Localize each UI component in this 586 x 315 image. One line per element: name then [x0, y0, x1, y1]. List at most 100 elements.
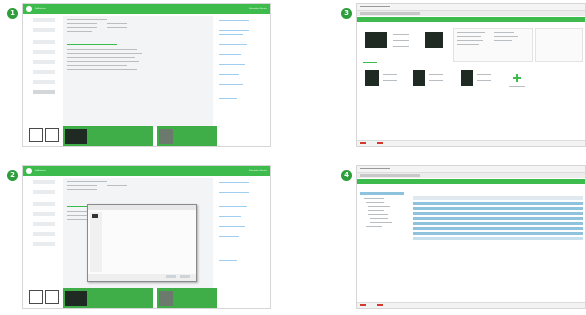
controller-device-icon[interactable] — [413, 70, 425, 86]
info-panel — [535, 28, 583, 62]
device-image — [159, 291, 173, 306]
table-row[interactable] — [413, 237, 583, 240]
nav-item[interactable] — [33, 212, 55, 216]
logo-icon — [26, 6, 32, 12]
nav-item[interactable] — [33, 70, 55, 74]
link[interactable] — [219, 74, 239, 75]
properties-panel — [453, 28, 533, 62]
tree-item[interactable] — [366, 226, 382, 227]
status-indicator — [360, 142, 366, 144]
tab-bar[interactable] — [357, 17, 585, 22]
step-3-badge: 3 — [341, 8, 352, 19]
nav-item[interactable] — [33, 18, 55, 22]
link[interactable] — [219, 34, 243, 35]
link[interactable] — [219, 54, 241, 55]
controller-device-icon[interactable] — [461, 70, 473, 86]
menu-item[interactable] — [360, 6, 390, 7]
nav-item[interactable] — [33, 202, 55, 206]
cancel-button[interactable] — [180, 275, 190, 278]
table-row[interactable] — [413, 227, 583, 230]
nav-item[interactable] — [33, 222, 55, 226]
table-row[interactable] — [413, 217, 583, 220]
link[interactable] — [219, 226, 245, 227]
link[interactable] — [219, 30, 249, 31]
nav-item[interactable] — [33, 80, 55, 84]
tree-item[interactable] — [370, 222, 392, 223]
link[interactable] — [219, 182, 249, 183]
table-row[interactable] — [413, 222, 583, 225]
folder-icon[interactable] — [92, 214, 98, 218]
tab-bar[interactable] — [357, 179, 585, 184]
status-indicator — [377, 304, 383, 306]
right-links — [219, 180, 269, 280]
controller-device-icon[interactable] — [365, 70, 379, 86]
table-row[interactable] — [413, 232, 583, 235]
device-image — [65, 291, 87, 306]
tree-item[interactable] — [366, 202, 384, 203]
tree-item-selected[interactable] — [360, 192, 404, 195]
mapping-table — [413, 196, 583, 246]
app-title: SoMachine — [35, 170, 46, 172]
device-image — [65, 129, 87, 144]
tree-item[interactable] — [364, 198, 384, 199]
menu-bar — [357, 166, 585, 173]
link[interactable] — [219, 20, 249, 21]
link[interactable] — [219, 216, 241, 217]
link[interactable] — [219, 260, 237, 261]
menu-bar — [357, 4, 585, 11]
nav-item[interactable] — [33, 232, 55, 236]
qr-code-icon — [29, 290, 43, 304]
nav-item[interactable] — [33, 190, 55, 194]
header-bar: SoMachine Schneider Electric — [23, 166, 270, 176]
screenshot-4-io-mapping — [356, 165, 586, 309]
tree-item[interactable] — [368, 214, 388, 215]
link[interactable] — [219, 206, 247, 207]
qr-code-icon — [29, 128, 43, 142]
toolbar — [357, 11, 585, 16]
app-title: SoMachine — [35, 8, 46, 10]
logo-icon — [26, 168, 32, 174]
device-tree — [360, 188, 410, 288]
qr-code-icon — [45, 290, 59, 304]
link[interactable] — [219, 64, 245, 65]
bottom-strip — [23, 288, 270, 308]
brand-label: Schneider Electric — [248, 8, 267, 10]
bottom-strip — [23, 126, 270, 146]
link[interactable] — [219, 84, 243, 85]
status-indicator — [360, 304, 366, 306]
nav-item[interactable] — [33, 242, 55, 246]
tree-item[interactable] — [370, 218, 388, 219]
link[interactable] — [219, 98, 237, 99]
table-row[interactable] — [413, 207, 583, 210]
header-bar: SoMachine Schneider Electric — [23, 4, 270, 14]
nav-item[interactable] — [33, 180, 55, 184]
plus-icon[interactable] — [513, 74, 521, 82]
tree-item[interactable] — [368, 206, 390, 207]
toolbar-icons[interactable] — [360, 174, 420, 177]
open-button[interactable] — [166, 275, 176, 278]
nav-item[interactable] — [33, 40, 55, 44]
dialog-title-bar — [88, 205, 196, 210]
controller-device-icon[interactable] — [365, 32, 387, 48]
link[interactable] — [219, 192, 249, 193]
brand-label: Schneider Electric — [248, 170, 267, 172]
link[interactable] — [219, 44, 247, 45]
nav-item[interactable] — [33, 28, 55, 32]
nav-item[interactable] — [33, 60, 55, 64]
dialog-sidebar — [90, 212, 102, 272]
left-nav — [27, 18, 61, 128]
table-row[interactable] — [413, 212, 583, 215]
nav-item[interactable] — [33, 50, 55, 54]
step-2-badge: 2 — [7, 170, 18, 181]
device-image — [159, 129, 173, 144]
file-dialog[interactable] — [87, 204, 197, 282]
screenshot-3-device-config — [356, 3, 586, 147]
nav-button[interactable] — [33, 90, 55, 94]
table-row[interactable] — [413, 202, 583, 205]
menu-item[interactable] — [360, 168, 390, 169]
link[interactable] — [219, 236, 239, 237]
left-nav — [27, 180, 61, 290]
tree-item[interactable] — [368, 210, 384, 211]
controller-device-icon[interactable] — [425, 32, 443, 48]
toolbar-icons[interactable] — [360, 12, 420, 15]
